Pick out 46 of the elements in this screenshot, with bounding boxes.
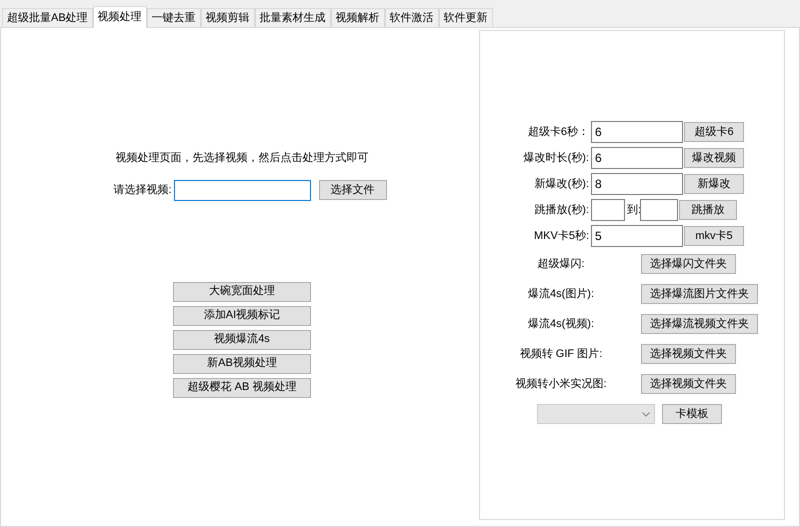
choose-file-button[interactable]: 选择文件 (318, 180, 387, 200)
action-button[interactable]: 新爆改 (684, 174, 744, 194)
tab[interactable]: 视频剪辑 (200, 8, 255, 27)
tab[interactable]: 软件更新 (438, 8, 493, 27)
choose-folder-button[interactable]: 选择视频文件夹 (641, 374, 736, 394)
action-button[interactable]: 超级卡6 (684, 122, 744, 142)
number-field[interactable]: 6 (591, 121, 683, 143)
field-label: 超级爆闪: (536, 256, 586, 272)
field-label: 请选择视频: (113, 182, 172, 198)
process-button[interactable]: 大碗宽面处理 (173, 282, 311, 302)
field-label: 超级卡6秒： (526, 124, 590, 140)
field-label: 爆流4s(图片): (527, 286, 595, 302)
field-label: 爆流4s(视频): (527, 316, 595, 332)
tab[interactable]: 视频处理 (92, 6, 147, 28)
choose-folder-button[interactable]: 选择爆流图片文件夹 (641, 284, 758, 304)
choose-folder-button[interactable]: 选择爆闪文件夹 (641, 254, 736, 274)
file-path-field[interactable] (174, 180, 311, 200)
field-label: 跳播放(秒): (534, 202, 590, 218)
field-label: 新爆改(秒): (534, 176, 590, 192)
process-button[interactable]: 添加AI视频标记 (173, 306, 311, 326)
chevron-down-icon (642, 412, 650, 416)
tab[interactable]: 视频解析 (330, 8, 385, 27)
choose-folder-button[interactable]: 选择视频文件夹 (641, 344, 736, 364)
action-button[interactable]: 爆改视频 (684, 148, 744, 168)
tab[interactable]: 软件激活 (384, 8, 439, 27)
start-field[interactable] (591, 199, 625, 221)
action-button[interactable]: 卡模板 (662, 404, 722, 424)
instruction-text: 视频处理页面，先选择视频，然后点击处理方式即可 (116, 150, 368, 166)
end-field[interactable] (640, 199, 678, 221)
choose-folder-button[interactable]: 选择爆流视频文件夹 (641, 314, 758, 334)
number-field[interactable]: 5 (591, 225, 683, 247)
process-button[interactable]: 新AB视频处理 (173, 354, 311, 374)
action-button[interactable]: mkv卡5 (684, 226, 744, 246)
action-button[interactable]: 跳播放 (679, 200, 737, 220)
process-button[interactable]: 超级樱花 AB 视频处理 (173, 378, 311, 398)
number-field[interactable]: 6 (591, 147, 683, 169)
field-label: 爆改时长(秒): (522, 150, 590, 166)
number-field[interactable]: 8 (591, 173, 683, 195)
field-label: MKV卡5秒: (532, 228, 590, 244)
tab[interactable]: 批量素材生成 (254, 8, 331, 27)
field-label: 视频转 GIF 图片: (518, 346, 604, 362)
field-label: 视频转小米实况图: (514, 376, 608, 392)
to-label: 到: (626, 202, 640, 218)
tab[interactable]: 一键去重 (146, 8, 201, 27)
process-button[interactable]: 视频爆流4s (173, 330, 311, 350)
tab[interactable]: 超级批量AB处理 (2, 8, 93, 27)
